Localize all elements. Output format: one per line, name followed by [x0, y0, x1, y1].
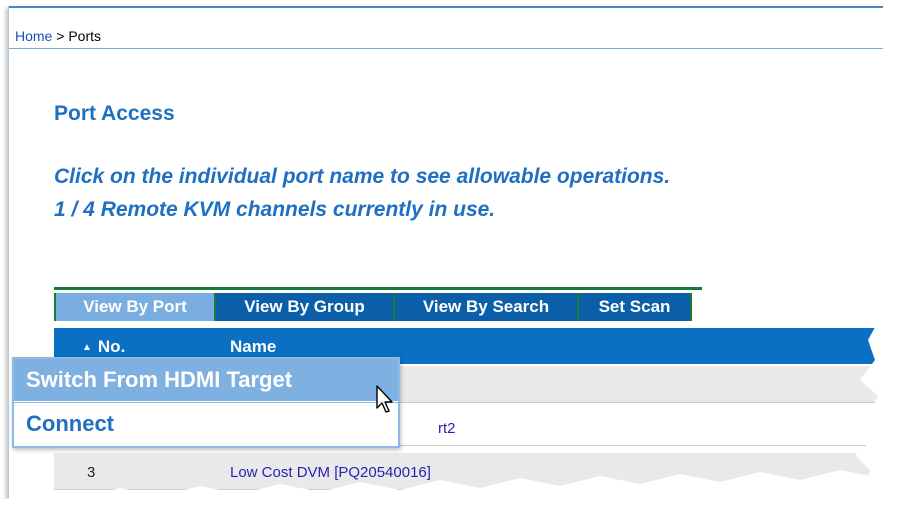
tab-view-by-group[interactable]: View By Group: [216, 293, 395, 321]
port-number: 3: [87, 464, 96, 481]
port-context-menu: Switch From HDMI Target Connect: [12, 357, 400, 448]
top-accent-line: [9, 6, 920, 8]
connect-menu-item[interactable]: Connect: [14, 402, 398, 444]
tab-view-by-port[interactable]: View By Port: [54, 293, 216, 321]
page-title: Port Access: [54, 102, 175, 125]
breadcrumb-home-link[interactable]: Home: [15, 28, 52, 44]
mouse-pointer-icon: [376, 385, 393, 413]
tab-set-scan[interactable]: Set Scan: [579, 293, 692, 321]
view-tabs: View By Port View By Group View By Searc…: [54, 287, 702, 325]
tab-view-by-search[interactable]: View By Search: [395, 293, 579, 321]
instruction-text: Click on the individual port name to see…: [54, 165, 671, 188]
breadcrumb-separator: >: [52, 28, 69, 44]
port-name-link[interactable]: rt2: [438, 420, 456, 437]
column-header-no-label: No.: [97, 337, 126, 356]
breadcrumb: Home > Ports: [9, 16, 920, 49]
column-header-no[interactable]: ▲ No.: [82, 337, 125, 357]
table-row: 3 Low Cost DVM [PQ20540016]: [54, 453, 920, 490]
port-name-link[interactable]: Low Cost DVM [PQ20540016]: [230, 464, 431, 481]
breadcrumb-current: Ports: [68, 28, 102, 44]
switch-from-hdmi-target-menu-item[interactable]: Switch From HDMI Target: [14, 359, 398, 401]
sort-ascending-icon[interactable]: ▲: [82, 342, 92, 353]
port-name-link[interactable]: lou 2 SB3: [274, 500, 339, 517]
table-row: lou 2 SB3: [54, 492, 920, 527]
column-header-name[interactable]: Name: [230, 337, 276, 357]
page-frame: Home > Ports Port Access Click on the in…: [8, 6, 920, 527]
channel-usage-text: 1 / 4 Remote KVM channels currently in u…: [54, 198, 496, 221]
